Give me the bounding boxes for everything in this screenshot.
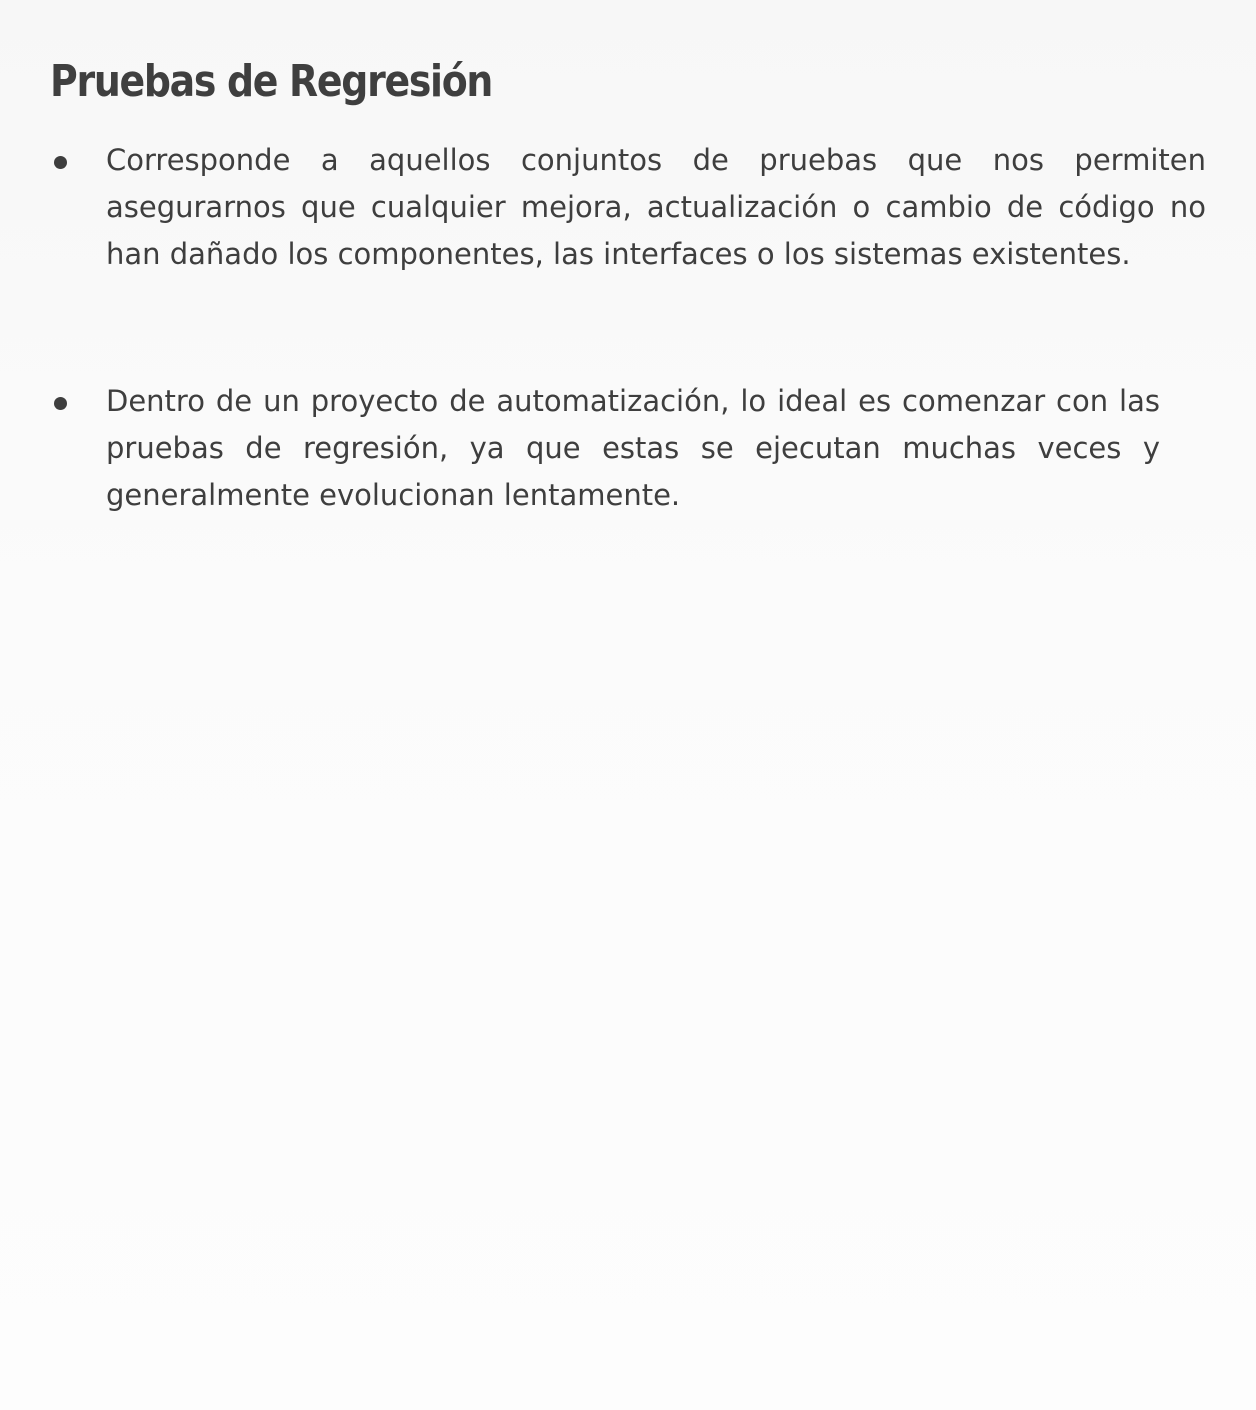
- slide-page: Pruebas de Regresión Corresponde a aquel…: [0, 0, 1256, 1410]
- bullet-text-1: Corresponde a aquellos conjuntos de prue…: [106, 143, 1206, 271]
- slide-title: Pruebas de Regresión: [50, 56, 493, 107]
- bullet-dot-icon: [54, 397, 67, 410]
- bullet-text-2: Dentro de un proyecto de automatización,…: [106, 384, 1160, 512]
- bullet-dot-icon: [54, 156, 67, 169]
